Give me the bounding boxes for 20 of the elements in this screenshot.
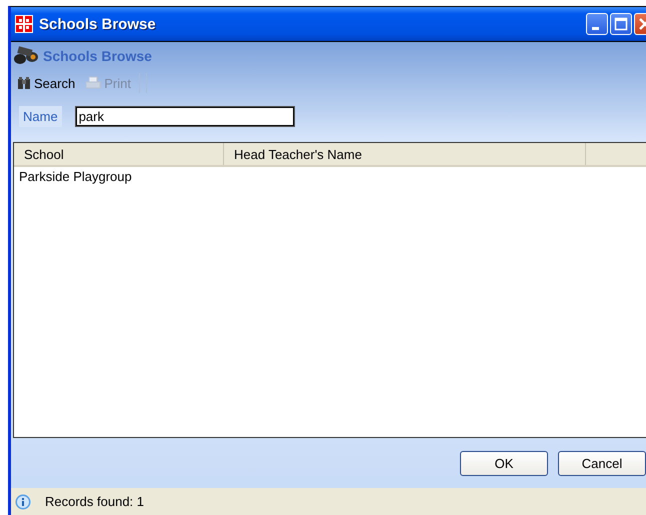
table-cell-text: Parkside Playgroup [18,168,133,185]
page-heading: Schools Browse [43,48,152,64]
binoculars-icon [13,46,39,66]
window-title: Schools Browse [39,16,157,32]
app-logo-icon [15,15,33,33]
info-icon [15,494,31,510]
cancel-button[interactable]: Cancel [558,450,646,476]
status-text: Records found: 1 [45,494,144,509]
minimize-icon [592,26,598,30]
column-header[interactable]: Head Teacher's Name [224,143,586,165]
name-field[interactable]: park [76,106,294,126]
binoculars-icon [17,76,31,90]
name-label: Name [19,106,62,126]
maximize-button[interactable] [610,13,632,35]
ok-button[interactable]: OK [460,450,548,476]
column-header[interactable]: School [14,143,224,165]
minimize-button[interactable] [586,13,608,35]
search-button[interactable]: Search [15,76,78,90]
maximize-icon [614,17,628,31]
printer-icon [85,76,102,90]
